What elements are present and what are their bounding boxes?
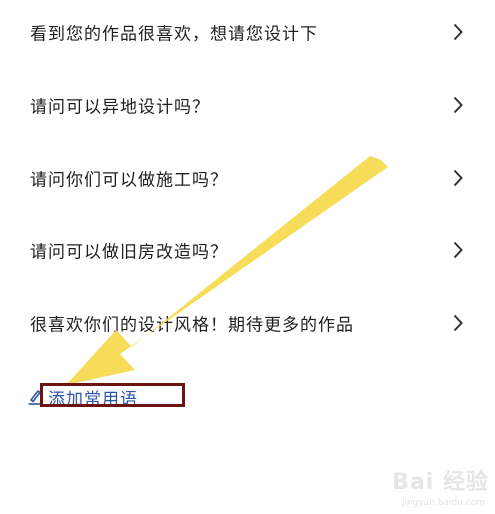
phrase-label: 请问可以异地设计吗？	[30, 97, 210, 118]
phrase-label: 看到您的作品很喜欢，想请您设计下	[30, 24, 318, 45]
phrase-label: 请问可以做旧房改造吗？	[30, 242, 228, 263]
add-phrase-button[interactable]: 添加常用语	[28, 385, 138, 410]
baidu-jingyan-watermark: Bai 经验 jingyan.baidu.com	[371, 464, 489, 508]
watermark-main: Bai 经验	[392, 470, 489, 495]
chevron-right-icon	[453, 169, 463, 187]
chevron-right-icon	[453, 23, 463, 41]
chevron-right-icon	[453, 96, 463, 114]
phrase-item-1[interactable]: 看到您的作品很喜欢，想请您设计下	[0, 12, 495, 52]
phrase-label: 请问你们可以做施工吗？	[30, 170, 228, 191]
phrase-label: 很喜欢你们的设计风格！期待更多的作品	[30, 315, 354, 336]
pen-icon	[28, 390, 42, 405]
phrase-item-3[interactable]: 请问你们可以做施工吗？	[0, 158, 495, 198]
common-phrases-screen: 看到您的作品很喜欢，想请您设计下 请问可以异地设计吗？ 请问你们可以做施工吗？ …	[0, 0, 495, 514]
phrase-item-2[interactable]: 请问可以异地设计吗？	[0, 85, 495, 125]
add-phrase-label: 添加常用语	[48, 389, 138, 410]
chevron-right-icon	[453, 241, 463, 259]
phrase-item-4[interactable]: 请问可以做旧房改造吗？	[0, 230, 495, 270]
chevron-right-icon	[453, 314, 463, 332]
phrase-item-5[interactable]: 很喜欢你们的设计风格！期待更多的作品	[0, 303, 495, 343]
watermark-sub: jingyan.baidu.com	[401, 498, 485, 508]
